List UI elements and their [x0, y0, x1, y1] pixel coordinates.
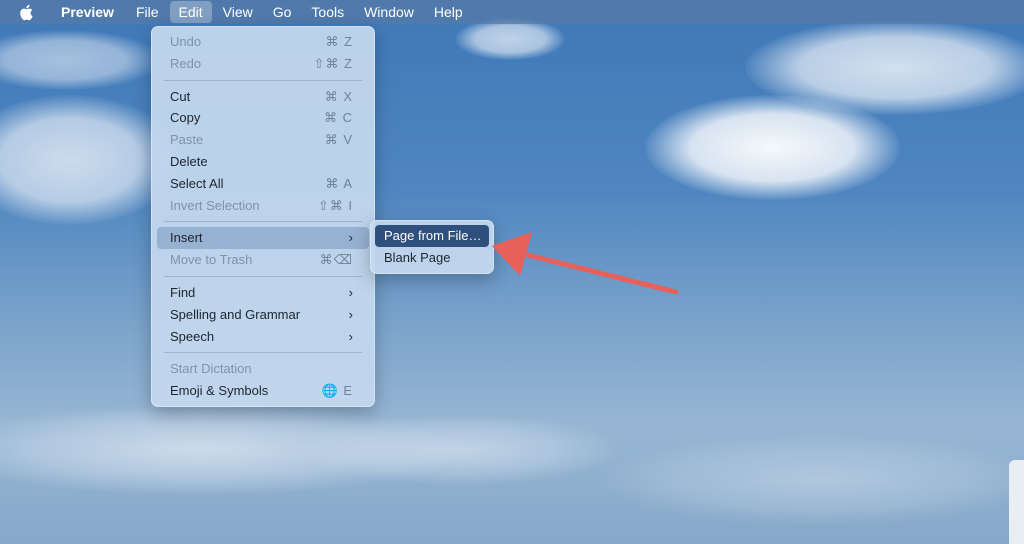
edit-menu-dropdown: Undo ⌘ Z Redo ⇧⌘ Z Cut ⌘ X Copy ⌘ C Past… [151, 26, 375, 407]
menu-item-invert-selection[interactable]: Invert Selection ⇧⌘ I [157, 195, 369, 217]
menu-item-label: Find [170, 284, 196, 300]
menu-item-copy[interactable]: Copy ⌘ C [157, 107, 369, 129]
wallpaper-cloud [455, 18, 565, 60]
menu-tools[interactable]: Tools [302, 1, 353, 23]
menu-item-move-to-trash[interactable]: Move to Trash ⌘⌫ [157, 249, 369, 271]
menu-item-label: Redo [170, 55, 202, 71]
menu-go[interactable]: Go [264, 1, 301, 23]
wallpaper-cloud [0, 30, 160, 90]
shortcut-label: ⌘ Z [325, 34, 353, 49]
menu-separator [164, 79, 362, 81]
shortcut-label: ⌘⌫ [319, 252, 353, 268]
menu-separator [164, 352, 362, 354]
menu-item-label: Undo [170, 34, 202, 49]
chevron-right-icon: › [348, 284, 353, 300]
menu-item-cut[interactable]: Cut ⌘ X [157, 86, 369, 108]
insert-submenu: Page from File… Blank Page [370, 220, 494, 274]
wallpaper-haze [300, 415, 620, 485]
menu-item-label: Select All [170, 175, 224, 191]
menu-bar: Preview File Edit View Go Tools Window H… [0, 0, 1024, 24]
menu-view[interactable]: View [214, 1, 262, 23]
globe-icon: 🌐 E [321, 383, 353, 399]
shortcut-label: ⌘ V [324, 132, 353, 148]
menu-item-paste[interactable]: Paste ⌘ V [157, 129, 369, 151]
shortcut-label: ⇧⌘ I [317, 197, 353, 213]
menu-item-label: Speech [170, 328, 215, 344]
shortcut-label: ⌘ A [325, 175, 353, 191]
menu-item-select-all[interactable]: Select All ⌘ A [157, 173, 369, 195]
menu-item-redo[interactable]: Redo ⇧⌘ Z [157, 53, 369, 75]
menu-item-start-dictation[interactable]: Start Dictation [157, 358, 369, 380]
menu-edit[interactable]: Edit [169, 1, 212, 23]
chevron-right-icon: › [348, 306, 353, 322]
menu-item-undo[interactable]: Undo ⌘ Z [157, 31, 369, 53]
menu-item-label: Spelling and Grammar [170, 306, 301, 322]
shortcut-label: ⌘ X [324, 88, 353, 104]
menu-item-label: Paste [170, 132, 204, 148]
menu-item-find[interactable]: Find › [157, 282, 369, 304]
desktop-background: Preview File Edit View Go Tools Window H… [0, 0, 1024, 544]
menu-separator [164, 221, 362, 223]
menu-window[interactable]: Window [355, 1, 423, 23]
menu-item-label: Emoji & Symbols [170, 383, 269, 399]
menu-item-label: Insert [170, 230, 203, 246]
chevron-right-icon: › [348, 328, 353, 344]
menu-item-delete[interactable]: Delete [157, 151, 369, 173]
menu-item-label: Copy [170, 110, 201, 126]
shortcut-label: ⌘ C [324, 110, 353, 126]
wallpaper-haze [600, 435, 1024, 525]
shortcut-label: ⇧⌘ Z [313, 55, 353, 71]
menu-item-label: Cut [170, 88, 191, 104]
menu-item-spelling-and-grammar[interactable]: Spelling and Grammar › [157, 304, 369, 326]
menu-item-label: Delete [170, 153, 208, 169]
submenu-item-blank-page[interactable]: Blank Page [375, 247, 489, 269]
submenu-item-page-from-file[interactable]: Page from File… [375, 225, 489, 247]
apple-icon[interactable] [0, 0, 52, 24]
menu-item-label: Move to Trash [170, 252, 253, 268]
menu-file[interactable]: File [127, 1, 168, 23]
menu-item-emoji-and-symbols[interactable]: Emoji & Symbols 🌐 E [157, 380, 369, 402]
menu-item-speech[interactable]: Speech › [157, 326, 369, 348]
menu-item-insert[interactable]: Insert › [157, 227, 369, 250]
menu-app-name[interactable]: Preview [52, 1, 123, 23]
menu-help[interactable]: Help [425, 1, 472, 23]
menu-item-label: Invert Selection [170, 197, 260, 213]
menu-separator [164, 275, 362, 277]
menu-item-label: Start Dictation [170, 361, 252, 377]
window-edge [1009, 460, 1024, 544]
chevron-right-icon: › [348, 230, 353, 246]
